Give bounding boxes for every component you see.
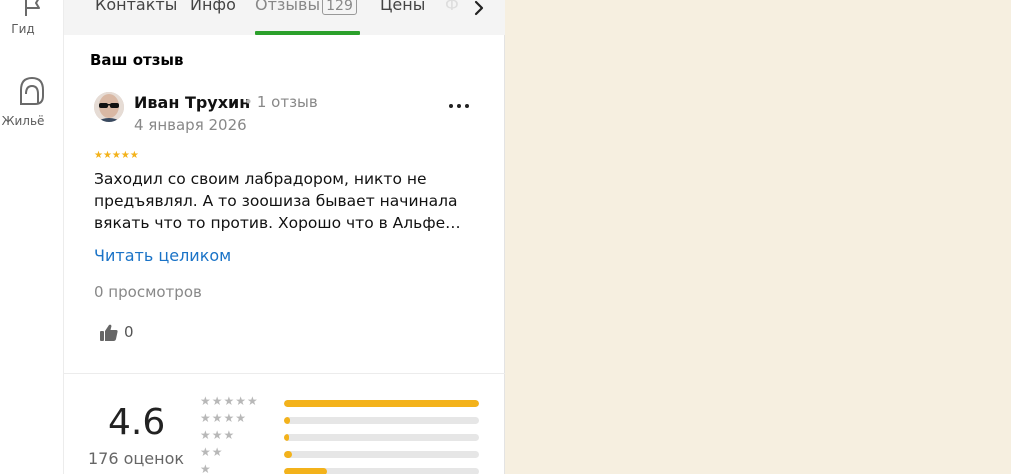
like-button[interactable] [98, 322, 120, 344]
flag-icon [25, 0, 40, 16]
left-rail: Гид Жильё [0, 0, 64, 474]
more-dots-icon [449, 104, 469, 108]
review-text: Заходил со своим лабрадором, никто не пр… [94, 170, 461, 232]
active-tab-indicator [255, 31, 360, 35]
distribution-bar-track [284, 417, 479, 424]
distribution-stars: ★★ [200, 445, 224, 459]
author-review-count: • 1 отзыв [244, 93, 318, 111]
review-date: 4 января 2026 [134, 116, 247, 134]
rating-distribution-row: ★★★★★ [200, 394, 480, 409]
distribution-bar-fill [284, 434, 289, 441]
thumbs-up-icon [100, 324, 118, 341]
distribution-stars: ★★★★ [200, 411, 248, 425]
like-count: 0 [124, 323, 134, 341]
rating-distribution-row: ★★★ [200, 428, 480, 443]
tab-photos[interactable]: Ф [445, 0, 459, 14]
distribution-bar-fill [284, 417, 290, 424]
tabs-scroll-right-button[interactable] [464, 0, 494, 20]
rail-item-housing[interactable]: Жильё [0, 74, 64, 128]
tab-bar: Контакты Инфо Отзывы 129 Цены Ф [64, 0, 505, 35]
review-views: 0 просмотров [94, 283, 202, 301]
review-rating-stars: ★★★★★ [94, 150, 139, 161]
rail-item-label: Жильё [1, 114, 45, 128]
map-area[interactable] [505, 0, 1011, 474]
tab-contacts[interactable]: Контакты [95, 0, 177, 14]
distribution-stars: ★ [200, 462, 212, 474]
rail-item-guide[interactable]: Гид [0, 0, 64, 36]
distribution-stars: ★★★★★ [200, 394, 259, 408]
review-author-name[interactable]: Иван Трухин [134, 93, 250, 112]
reviews-count-badge: 129 [322, 0, 357, 15]
distribution-bar-track [284, 434, 479, 441]
tab-prices[interactable]: Цены [380, 0, 425, 14]
read-more-link[interactable]: Читать целиком [94, 246, 231, 265]
average-rating: 4.6 [108, 402, 166, 443]
ratings-count: 176 оценок [88, 449, 185, 468]
rating-distribution-row: ★ [200, 462, 480, 474]
rating-distribution-row: ★★★★ [200, 411, 480, 426]
section-divider [64, 373, 505, 374]
house-icon [20, 76, 44, 105]
distribution-bar-fill [284, 400, 479, 407]
tab-info[interactable]: Инфо [190, 0, 236, 14]
rating-distribution-row: ★★ [200, 445, 480, 460]
chevron-right-icon [474, 0, 484, 16]
distribution-bar-fill [284, 451, 292, 458]
my-review-title: Ваш отзыв [90, 51, 184, 69]
rail-item-label: Гид [11, 22, 35, 36]
distribution-bar-track [284, 400, 479, 407]
distribution-bar-track [284, 451, 479, 458]
avatar[interactable] [94, 92, 124, 122]
distribution-bar-fill [284, 468, 327, 474]
tab-reviews[interactable]: Отзывы 129 [255, 0, 357, 15]
distribution-stars: ★★★ [200, 428, 236, 442]
distribution-bar-track [284, 468, 479, 474]
review-more-menu-button[interactable] [447, 96, 471, 114]
org-panel: Контакты Инфо Отзывы 129 Цены Ф Ваш отзыв… [64, 0, 505, 474]
